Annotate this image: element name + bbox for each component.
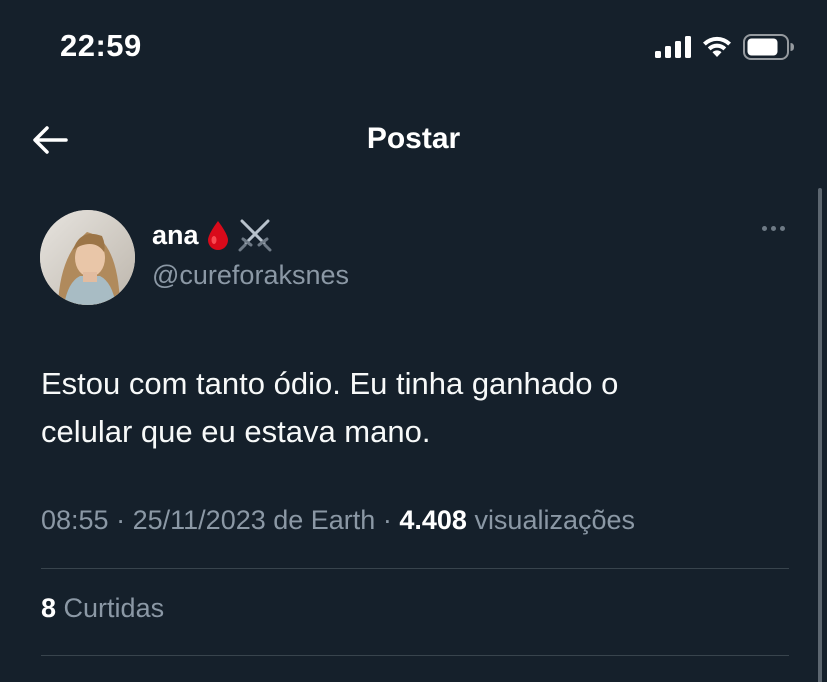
post-date-source[interactable]: 25/11/2023 de Earth (133, 505, 376, 535)
avatar-image (40, 210, 135, 305)
more-dot-icon (771, 226, 776, 231)
wifi-icon (703, 36, 731, 57)
more-dot-icon (780, 226, 785, 231)
cellular-signal-icon (655, 36, 691, 58)
status-time: 22:59 (60, 28, 142, 63)
post-time[interactable]: 08:55 (41, 505, 109, 535)
post-text: Estou com tanto ódio. Eu tinha ganhado o… (41, 360, 761, 456)
views-label: visualizações (474, 505, 636, 535)
avatar[interactable] (40, 210, 135, 305)
post-detail-screen: 22:59 Postar ana @cureforaksnes Estou co… (0, 0, 827, 682)
post-text-line: Estou com tanto ódio. Eu tinha ganhado o (41, 366, 619, 401)
post-text-line: celular que eu estava mano. (41, 414, 431, 449)
more-options-button[interactable] (762, 226, 785, 231)
author-name-row[interactable]: ana (152, 218, 273, 252)
views-count: 4.408 (399, 505, 467, 535)
divider (41, 655, 789, 656)
page-title: Postar (366, 122, 461, 155)
meta-separator: · (382, 505, 392, 535)
likes-row[interactable]: 8 Curtidas (41, 593, 164, 624)
meta-separator: · (116, 505, 126, 535)
status-icons (655, 34, 795, 60)
likes-label: Curtidas (63, 593, 165, 623)
author-handle[interactable]: @cureforaksnes (152, 260, 349, 291)
battery-icon (743, 34, 794, 60)
drop-of-blood-icon (207, 221, 228, 250)
divider (41, 568, 789, 569)
author-name[interactable]: ana (152, 220, 199, 251)
post-metadata: 08:55 · 25/11/2023 de Earth · 4.408 visu… (41, 505, 635, 536)
more-dot-icon (762, 226, 767, 231)
scrollbar[interactable] (818, 188, 822, 682)
likes-count: 8 (41, 593, 57, 623)
crossed-swords-icon (238, 219, 272, 252)
